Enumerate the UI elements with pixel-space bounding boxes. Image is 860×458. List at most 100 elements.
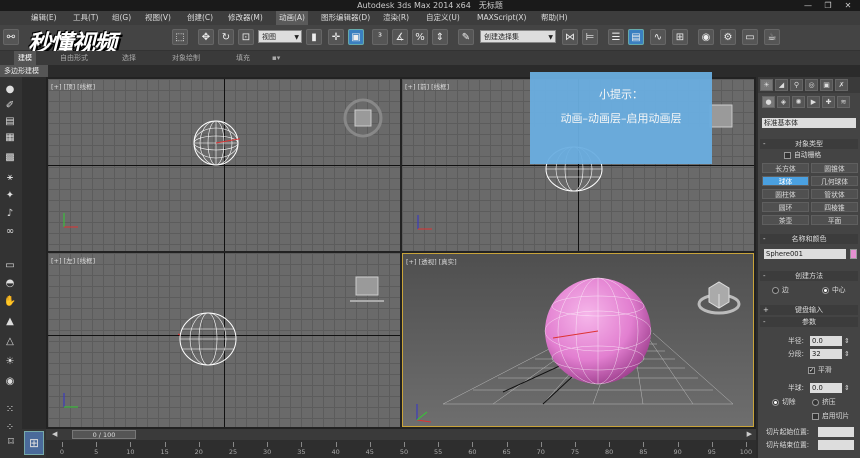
teapot-button[interactable]: 茶壶	[762, 215, 809, 225]
time-slider-thumb[interactable]: 0 / 100	[72, 430, 136, 439]
hemisphere-spinner-icon[interactable]: ⇕	[844, 383, 850, 393]
plane-button[interactable]: 平面	[811, 215, 858, 225]
polygon-modeling-bar[interactable]: 多边形建模	[0, 65, 48, 77]
hemisphere-field[interactable]: 0.0	[810, 383, 842, 393]
box-icon[interactable]: ▭	[2, 259, 18, 273]
reference-coord-dropdown[interactable]: 视图 ▼	[258, 30, 302, 43]
tab-freeform[interactable]: 自由形式	[60, 51, 88, 65]
object-name-field[interactable]: Sphere001	[764, 249, 846, 259]
cameras-icon[interactable]: ▶	[807, 96, 820, 108]
wireframe-sphere-top[interactable]	[192, 119, 240, 167]
object-color-swatch[interactable]	[850, 249, 857, 259]
brush-icon[interactable]: ✦	[2, 189, 18, 203]
grid-icon[interactable]: ▩	[2, 151, 18, 165]
hand-icon[interactable]: ✋	[2, 295, 18, 309]
name-color-header[interactable]: - 名称和颜色	[760, 234, 858, 244]
geosphere-button[interactable]: 几何球体	[811, 176, 858, 186]
menu-create[interactable]: 创建(C)	[184, 11, 216, 25]
hierarchy-tab-icon[interactable]: ⚲	[790, 79, 803, 91]
viewport-label[interactable]: [+] [前] [线框]	[405, 81, 451, 91]
sphere-gold-icon[interactable]: ◉	[2, 375, 18, 389]
cylinder-button[interactable]: 圆柱体	[762, 189, 809, 199]
layer-manager-icon[interactable]: ☰	[608, 29, 624, 45]
display-tab-icon[interactable]: ▣	[820, 79, 833, 91]
slider-next-icon[interactable]: ▶	[747, 430, 752, 438]
utilities-tab-icon[interactable]: ✗	[835, 79, 848, 91]
graphite-toggle-icon[interactable]: ▤	[628, 29, 644, 45]
box-button[interactable]: 长方体	[762, 163, 809, 173]
scale-icon[interactable]: ⊡	[238, 29, 254, 45]
radius-spinner-icon[interactable]: ⇕	[844, 336, 850, 346]
menu-views[interactable]: 视图(V)	[142, 11, 174, 25]
menu-help[interactable]: 帮助(H)	[538, 11, 571, 25]
autogrid-checkbox[interactable]	[784, 152, 791, 159]
viewport-top[interactable]: [+] [顶] [线框]	[48, 79, 400, 251]
edge-radio[interactable]	[772, 287, 779, 294]
viewport-layout-icon[interactable]: ⊞	[24, 431, 44, 455]
menu-group[interactable]: 组(G)	[109, 11, 134, 25]
viewcube-icon[interactable]	[342, 97, 384, 139]
keyboard-entry-header[interactable]: + 键盘输入	[760, 305, 858, 315]
angle-snap-icon[interactable]: ∡	[392, 29, 408, 45]
restore-icon[interactable]: ❐	[818, 0, 838, 11]
slider-prev-icon[interactable]: ◀	[52, 430, 57, 438]
keyboard-shortcut-icon[interactable]: ▣	[348, 29, 364, 45]
sphere-button[interactable]: 球体	[762, 176, 809, 186]
create-tab-icon[interactable]: ☀	[760, 79, 773, 91]
object-type-header[interactable]: - 对象类型	[760, 139, 858, 149]
modify-tab-icon[interactable]: ◢	[775, 79, 788, 91]
cone-button[interactable]: 圆锥体	[811, 163, 858, 173]
rotate-icon[interactable]: ↻	[218, 29, 234, 45]
menu-animation[interactable]: 动画(A)	[276, 11, 308, 25]
torus-button[interactable]: 圆环	[762, 202, 809, 212]
mirror-icon[interactable]: ⋈	[562, 29, 578, 45]
edit-icon[interactable]: ✐	[2, 99, 18, 113]
menu-graph-editors[interactable]: 图形编辑器(D)	[318, 11, 373, 25]
sound-icon[interactable]: ♪	[2, 207, 18, 221]
category-dropdown[interactable]: 标准基本体	[762, 118, 856, 128]
percent-snap-icon[interactable]: %	[412, 29, 428, 45]
menu-edit[interactable]: 编辑(E)	[28, 11, 60, 25]
menu-rendering[interactable]: 渲染(R)	[380, 11, 412, 25]
spacewarps-icon[interactable]: ≋	[837, 96, 850, 108]
select-manipulate-icon[interactable]: ✛	[328, 29, 344, 45]
viewcube-left-icon[interactable]	[350, 275, 384, 305]
time-slider[interactable]: ◀ 0 / 100 ▶	[46, 429, 756, 440]
segments-spinner-icon[interactable]: ⇕	[844, 349, 850, 359]
move-icon[interactable]: ✥	[198, 29, 214, 45]
menu-modifiers[interactable]: 修改器(M)	[225, 11, 266, 25]
viewport-label[interactable]: [+] [左] [线框]	[51, 255, 97, 265]
cone-icon[interactable]: ▲	[2, 315, 18, 329]
render-teapot-icon[interactable]: ☕	[764, 29, 780, 45]
wireframe-sphere-left[interactable]	[178, 311, 238, 367]
smooth-checkbox[interactable]: ✓	[808, 367, 815, 374]
menu-tools[interactable]: 工具(T)	[70, 11, 101, 25]
chain-icon[interactable]: ∞	[2, 225, 18, 239]
viewcube-persp-icon[interactable]	[697, 274, 741, 318]
squash-radio[interactable]	[812, 399, 819, 406]
viewport-label[interactable]: [+] [透视] [真实]	[406, 256, 459, 266]
spinner-snap-icon[interactable]: ⇕	[432, 29, 448, 45]
select-region-icon[interactable]: ⬚	[172, 29, 188, 45]
ribbon-options-icon[interactable]: ▪▾	[272, 51, 280, 65]
menu-maxscript[interactable]: MAXScript(X)	[474, 11, 529, 25]
tab-object-paint[interactable]: 对象绘制	[172, 51, 200, 65]
radius-field[interactable]: 0.0	[810, 336, 842, 346]
panel-icon[interactable]: ▦	[2, 131, 18, 145]
tab-populate[interactable]: 填充	[236, 51, 250, 65]
align-icon[interactable]: ⊨	[582, 29, 598, 45]
chop-radio[interactable]	[772, 399, 779, 406]
center-radio[interactable]	[822, 287, 829, 294]
segments-field[interactable]: 32	[810, 349, 842, 359]
tab-selection[interactable]: 选择	[122, 51, 136, 65]
viewport-label[interactable]: [+] [顶] [线框]	[51, 81, 97, 91]
creation-method-header[interactable]: - 创建方法	[760, 271, 858, 281]
ruler-toggle-icon[interactable]: ⌑	[2, 431, 20, 455]
track-bar[interactable]: 0 5 10 15 20 25 30 35 40 45 50 55 60 65 70 75 80 85 90 95 10…	[46, 440, 756, 458]
render-setup-icon[interactable]: ⚙	[720, 29, 736, 45]
snap-3d-icon[interactable]: ³	[372, 29, 388, 45]
list-icon[interactable]: ▤	[2, 115, 18, 129]
edit-named-selection-icon[interactable]: ✎	[458, 29, 474, 45]
schematic-view-icon[interactable]: ⊞	[672, 29, 688, 45]
paint-icon[interactable]: ⚹	[2, 171, 18, 185]
